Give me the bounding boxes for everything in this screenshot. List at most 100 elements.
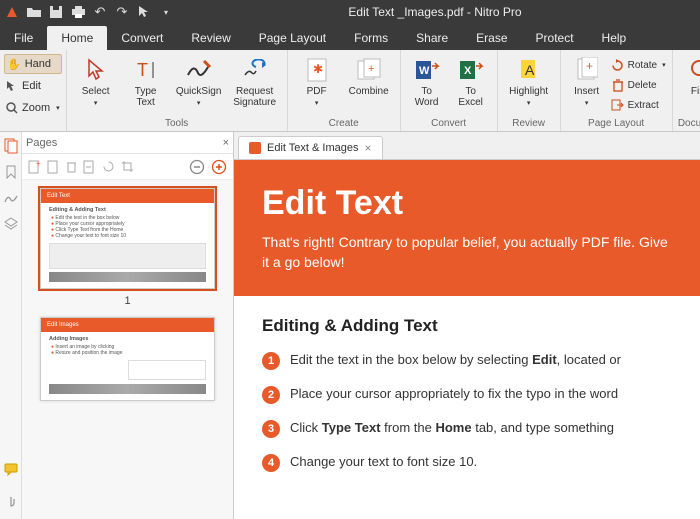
group-label-create: Create: [288, 118, 400, 131]
new-page-icon[interactable]: +: [28, 160, 41, 174]
close-panel-icon[interactable]: ×: [223, 137, 229, 149]
pages-panel: Pages × + Edit Text Editing & Adding Tex…: [22, 132, 234, 519]
menubar: File Home Convert Review Page Layout For…: [0, 24, 700, 50]
tab-forms[interactable]: Forms: [340, 26, 402, 50]
cursor-tool-icon[interactable]: [136, 4, 152, 20]
tab-protect[interactable]: Protect: [522, 26, 588, 50]
find-icon: [687, 56, 700, 84]
zoom-out-icon[interactable]: [189, 159, 205, 175]
undo-icon[interactable]: ↶: [92, 4, 108, 20]
extract-page-icon[interactable]: [47, 160, 60, 174]
pages-thumbnails-scroll[interactable]: Edit Text Editing & Adding Text Edit the…: [22, 180, 233, 519]
comments-panel-icon[interactable]: [3, 461, 19, 477]
ribbon-group-convert: W To Word X To Excel Convert: [401, 50, 498, 131]
print-icon[interactable]: [70, 4, 86, 20]
combine-icon: +: [355, 56, 383, 84]
step-2: 2Place your cursor appropriately to fix …: [262, 386, 672, 404]
file-menu[interactable]: File: [0, 26, 47, 50]
zoom-tool[interactable]: Zoom▾: [4, 98, 62, 118]
page-layout-small-buttons: Rotate▾ Delete Extract: [611, 54, 666, 114]
rotate-icon: [611, 58, 625, 72]
excel-icon: X: [457, 56, 485, 84]
tab-help[interactable]: Help: [588, 26, 641, 50]
tab-convert[interactable]: Convert: [107, 26, 177, 50]
quicksign-icon: [185, 56, 213, 84]
open-icon[interactable]: [26, 4, 42, 20]
group-label-page-layout: Page Layout: [561, 118, 672, 131]
step-4: 4Change your text to font size 10.: [262, 454, 672, 472]
tab-review[interactable]: Review: [177, 26, 244, 50]
svg-text:A: A: [525, 62, 535, 78]
thumbnail-image-placeholder: [49, 243, 206, 269]
zoom-icon: [6, 102, 18, 114]
redo-icon[interactable]: ↷: [114, 4, 130, 20]
pdf-tab-icon: [249, 142, 261, 154]
hand-icon: ✋: [7, 58, 21, 71]
left-sidebar-rail: [0, 132, 22, 519]
document-area: Edit Text & Images × Edit Text That's ri…: [234, 132, 700, 519]
hero-title: Edit Text: [262, 184, 672, 223]
rotate-button[interactable]: Rotate▾: [611, 56, 666, 74]
step-1: 1Edit the text in the box below by selec…: [262, 352, 672, 370]
to-excel-button[interactable]: X To Excel: [451, 54, 491, 108]
svg-text:✱: ✱: [313, 62, 323, 76]
find-button[interactable]: Find: [679, 54, 700, 97]
delete-page-icon[interactable]: [66, 160, 77, 173]
svg-text:+: +: [586, 59, 593, 73]
page-thumbnail-2[interactable]: Edit Images Adding Images Insert an imag…: [40, 317, 215, 401]
qat-dropdown-icon[interactable]: ▾: [158, 4, 174, 20]
highlight-button[interactable]: A Highlight▾: [504, 54, 554, 107]
signatures-panel-icon[interactable]: [3, 190, 19, 206]
zoom-in-icon[interactable]: [211, 159, 227, 175]
request-signature-button[interactable]: Request Signature: [229, 54, 281, 108]
ribbon-group-create: ✱ PDF▾ + Combine Create: [288, 50, 401, 131]
steps-list: 1Edit the text in the box below by selec…: [262, 352, 672, 472]
tab-share[interactable]: Share: [402, 26, 462, 50]
pdf-button[interactable]: ✱ PDF▾: [294, 54, 340, 107]
document-tab[interactable]: Edit Text & Images ×: [238, 136, 383, 159]
quicksign-button[interactable]: QuickSign▾: [173, 54, 225, 107]
to-word-button[interactable]: W To Word: [407, 54, 447, 108]
tab-page-layout[interactable]: Page Layout: [245, 26, 340, 50]
attachments-panel-icon[interactable]: [3, 495, 19, 511]
delete-button[interactable]: Delete: [611, 76, 666, 94]
insert-button[interactable]: + Insert▾: [567, 54, 607, 107]
page-number-1: 1: [40, 295, 215, 307]
group-label-tools: Tools: [67, 118, 287, 131]
tab-home[interactable]: Home: [47, 26, 107, 50]
tab-erase[interactable]: Erase: [462, 26, 521, 50]
pages-panel-icon[interactable]: [3, 138, 19, 154]
ribbon-group-tools: Select▾ T Type Text QuickSign▾ Request S…: [67, 50, 288, 131]
thumbnail-bar-placeholder: [49, 272, 206, 282]
extract-button[interactable]: Extract: [611, 96, 666, 114]
type-text-button[interactable]: T Type Text: [123, 54, 169, 108]
hand-tool[interactable]: ✋Hand: [4, 54, 62, 74]
group-label-review: Review: [498, 118, 560, 131]
ribbon-group-page-layout: + Insert▾ Rotate▾ Delete Extract Page La…: [561, 50, 673, 131]
document-tab-label: Edit Text & Images: [267, 142, 359, 154]
svg-text:+: +: [368, 63, 374, 75]
pages-panel-toolbar: +: [22, 154, 233, 180]
section-heading: Editing & Adding Text: [262, 316, 672, 336]
extract-icon: [611, 98, 625, 112]
quick-access-toolbar: ↶ ↷ ▾: [4, 4, 174, 20]
ribbon-group-document: Find Document: [673, 50, 700, 131]
replace-page-icon[interactable]: [83, 160, 96, 174]
combine-button[interactable]: + Combine: [344, 54, 394, 97]
insert-page-icon: +: [573, 56, 601, 84]
layers-panel-icon[interactable]: [3, 216, 19, 232]
svg-text:+: +: [36, 160, 41, 168]
page-thumbnail-1[interactable]: Edit Text Editing & Adding Text Edit the…: [40, 188, 215, 289]
type-text-icon: T: [132, 56, 160, 84]
save-icon[interactable]: [48, 4, 64, 20]
edit-tool[interactable]: Edit: [4, 76, 62, 96]
document-viewport[interactable]: Edit Text That's right! Contrary to popu…: [234, 160, 700, 519]
select-button[interactable]: Select▾: [73, 54, 119, 107]
rotate-page-icon[interactable]: [102, 160, 115, 173]
bookmarks-panel-icon[interactable]: [3, 164, 19, 180]
ribbon-group-review: A Highlight▾ Review: [498, 50, 561, 131]
close-tab-icon[interactable]: ×: [365, 141, 372, 155]
window-title: Edit Text _Images.pdf - Nitro Pro: [174, 5, 696, 19]
crop-page-icon[interactable]: [121, 160, 134, 173]
group-label-document: Document: [673, 118, 700, 131]
